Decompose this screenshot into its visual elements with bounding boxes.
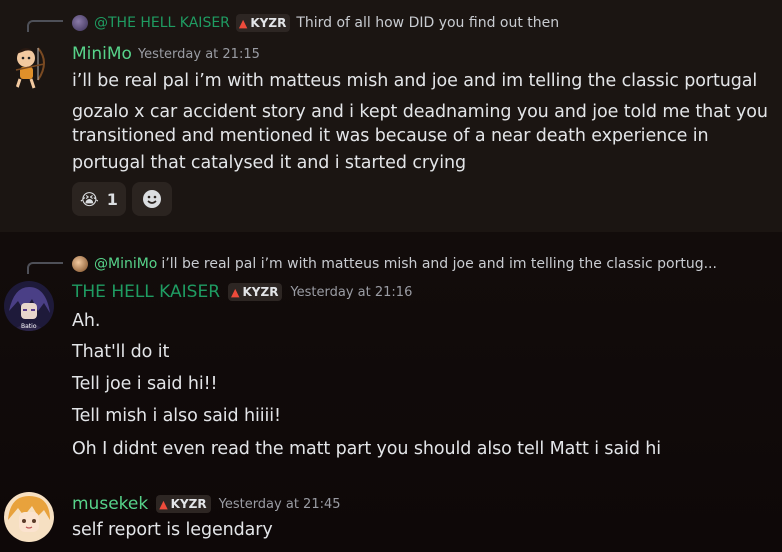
reply-preview[interactable]: @MiniMo i’ll be real pal i’m with matteu… [72,254,717,274]
message-line: portugal that catalysed it and i started… [72,153,466,173]
avatar[interactable] [4,492,54,542]
message-minimo[interactable]: @THE HELL KAISER ▲ KYZR Third of all how … [0,0,782,232]
clan-tag: ▲ KYZR [228,283,283,301]
author-name[interactable]: musekek [72,494,148,514]
message-line: Tell joe i said hi!! [72,374,218,394]
avatar[interactable] [4,40,54,90]
message-line: gozalo x car accident story and i kept d… [72,102,768,122]
message-musekek[interactable]: musekek ▲ KYZR Yesterday at 21:45 self re… [0,472,782,552]
reply-text: Third of all how DID you find out then [296,15,560,31]
clan-tag: ▲ KYZR [156,495,211,513]
reply-text: i’ll be real pal i’m with matteus mish a… [161,256,717,272]
timestamp[interactable]: Yesterday at 21:45 [219,497,341,512]
reply-clan-tag: ▲ KYZR [235,14,291,32]
message-header: THE HELL KAISER ▲ KYZR Yesterday at 21:16 [72,282,412,302]
message-line: self report is legendary [72,520,273,540]
reaction-count: 1 [106,189,118,209]
reaction-bar: 😭 1 [72,182,172,216]
smiley-add-icon [142,190,161,208]
reply-author[interactable]: @THE HELL KAISER [94,15,230,31]
timestamp[interactable]: Yesterday at 21:15 [138,47,260,62]
reply-connector [27,262,63,274]
message-line: Tell mish i also said hiiii! [72,406,281,426]
anime-character-avatar-icon: Batio [4,281,54,331]
message-line: That'll do it [72,342,170,362]
message-line: transitioned and mentioned it was becaus… [72,126,709,146]
add-reaction-button[interactable] [131,182,172,216]
avatar[interactable]: Batio [4,281,54,331]
flame-icon: ▲ [159,497,168,511]
timestamp[interactable]: Yesterday at 21:16 [290,285,412,300]
reply-avatar [72,256,88,272]
archer-avatar-icon [15,47,45,89]
message-line: i’ll be real pal i’m with matteus mish a… [72,71,758,91]
message-header: MiniMo Yesterday at 21:15 [72,44,260,64]
svg-text:Batio: Batio [21,323,37,330]
message-line: Oh I didnt even read the matt part you s… [72,439,662,459]
message-header: musekek ▲ KYZR Yesterday at 21:45 [72,494,341,514]
flame-icon: ▲ [238,16,248,30]
message-line: Ah. [72,311,101,331]
flame-icon: ▲ [231,285,240,299]
reply-avatar [72,15,88,31]
reply-connector [27,20,63,32]
author-name[interactable]: THE HELL KAISER [72,282,220,302]
message-hell-kaiser[interactable]: @MiniMo i’ll be real pal i’m with matteu… [0,232,782,472]
reaction-crying[interactable]: 😭 1 [72,182,126,216]
reply-author[interactable]: @MiniMo [94,256,157,272]
author-name[interactable]: MiniMo [72,44,132,64]
crying-face-icon: 😭 [80,189,99,209]
anime-character-avatar-icon [4,492,54,542]
reply-preview[interactable]: @THE HELL KAISER ▲ KYZR Third of all how … [72,13,559,33]
